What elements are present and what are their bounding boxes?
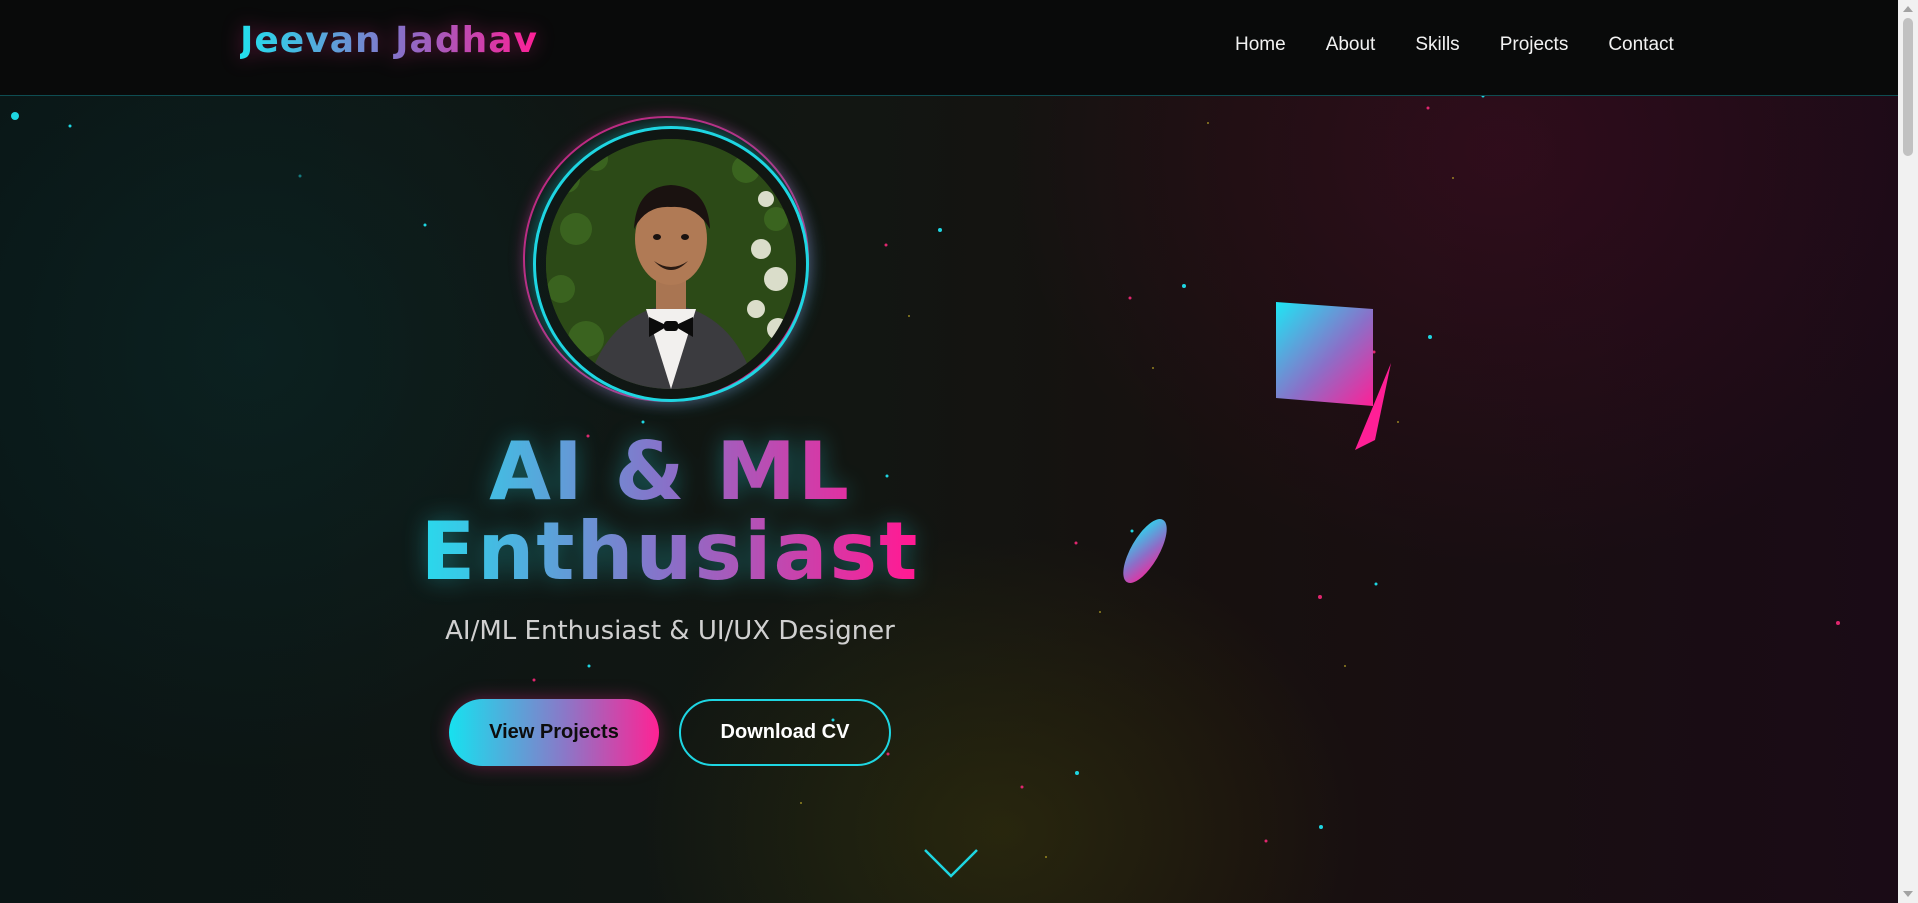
profile-photo xyxy=(546,139,796,389)
profile-photo-illustration xyxy=(546,139,796,389)
download-cv-button[interactable]: Download CV xyxy=(679,699,891,766)
floating-cube-shape xyxy=(1276,302,1373,406)
hero-headline: AI & ML Enthusiast xyxy=(330,432,1010,592)
chevron-down-icon[interactable] xyxy=(923,848,979,880)
page-scrollbar[interactable] xyxy=(1898,0,1918,903)
headline-line-1: AI & ML xyxy=(489,425,851,518)
scroll-up-arrow-icon[interactable] xyxy=(1903,6,1913,12)
nav-projects[interactable]: Projects xyxy=(1500,34,1569,56)
headline-line-2: Enthusiast xyxy=(420,505,920,598)
top-navbar: Jeevan Jadhav Home About Skills Projects… xyxy=(0,0,1898,96)
scroll-down-arrow-icon[interactable] xyxy=(1903,891,1913,897)
nav-home[interactable]: Home xyxy=(1235,34,1286,56)
nav-skills[interactable]: Skills xyxy=(1415,34,1459,56)
scrollbar-thumb[interactable] xyxy=(1903,18,1913,156)
nav-about[interactable]: About xyxy=(1326,34,1376,56)
nav-contact[interactable]: Contact xyxy=(1608,34,1673,56)
hero-subtitle: AI/ML Enthusiast & UI/UX Designer xyxy=(445,616,895,646)
floating-ellipse-shape xyxy=(1123,519,1167,583)
brand-logo[interactable]: Jeevan Jadhav xyxy=(240,20,538,61)
main-nav: Home About Skills Projects Contact xyxy=(1235,34,1714,56)
view-projects-button[interactable]: View Projects xyxy=(449,699,659,766)
